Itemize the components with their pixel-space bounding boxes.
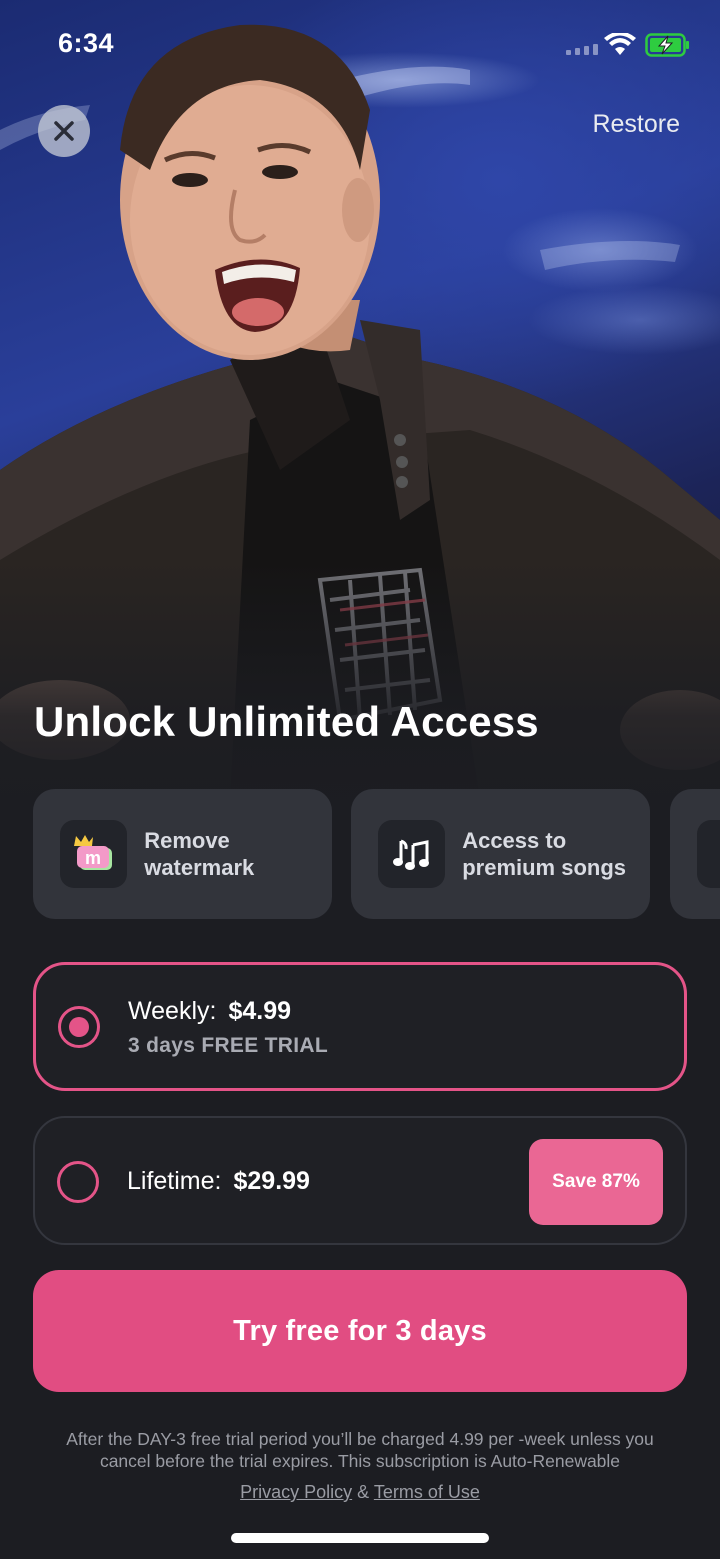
privacy-policy-link[interactable]: Privacy Policy — [240, 1482, 352, 1502]
plan-price: $29.99 — [233, 1167, 310, 1195]
feature-card-premium-songs: Access to premium songs — [351, 789, 650, 919]
legal-links: Privacy Policy & Terms of Use — [0, 1482, 720, 1503]
plan-label: Lifetime: — [127, 1167, 222, 1195]
plan-price: $4.99 — [228, 997, 292, 1025]
battery-charging-icon — [645, 33, 689, 57]
clock: 6:34 — [58, 28, 115, 58]
plan-weekly[interactable]: Weekly: $4.99 3 days FREE TRIAL — [33, 962, 687, 1091]
disclaimer-line: cancel before the trial expires. This su… — [99, 1451, 621, 1471]
try-free-button[interactable]: Try free for 3 days — [33, 1270, 687, 1392]
feature-icon — [697, 820, 720, 888]
feature-label: Access to premium songs — [462, 828, 627, 880]
terms-of-use-link[interactable]: Terms of Use — [374, 1482, 480, 1502]
wifi-icon — [604, 33, 636, 55]
plan-label: Weekly: — [128, 997, 217, 1025]
plan-weekly-title: Weekly: $4.99 — [128, 997, 291, 1026]
svg-text:m: m — [85, 848, 101, 868]
save-badge: Save 87% — [529, 1139, 663, 1225]
home-indicator[interactable] — [231, 1533, 489, 1543]
page-title: Unlock Unlimited Access — [34, 698, 539, 745]
disclaimer-line: After the DAY-3 free trial period you’ll… — [66, 1429, 654, 1449]
plan-lifetime-title: Lifetime: $29.99 — [127, 1167, 310, 1196]
radio-unselected[interactable] — [57, 1161, 99, 1203]
status-bar: 6:34 — [0, 0, 720, 90]
crown-watermark-icon: m — [60, 820, 128, 888]
radio-selected[interactable] — [58, 1006, 100, 1048]
cellular-signal-icon — [566, 44, 598, 55]
feature-label: Remove watermark — [144, 828, 255, 880]
close-button[interactable] — [38, 105, 90, 157]
plan-trial-text: 3 days FREE TRIAL — [128, 1034, 328, 1057]
legal-separator: & — [357, 1482, 370, 1502]
features-carousel[interactable]: m Remove watermark Access to premium son… — [33, 789, 720, 919]
restore-button[interactable]: Restore — [592, 110, 680, 139]
feature-card-remove-watermark: m Remove watermark — [33, 789, 332, 919]
music-note-icon — [378, 820, 446, 888]
feature-card-partial — [670, 789, 720, 919]
close-icon — [54, 121, 74, 141]
disclaimer-text: After the DAY-3 free trial period you’ll… — [0, 1428, 720, 1472]
plan-lifetime[interactable]: Lifetime: $29.99 Save 87% — [33, 1116, 687, 1245]
